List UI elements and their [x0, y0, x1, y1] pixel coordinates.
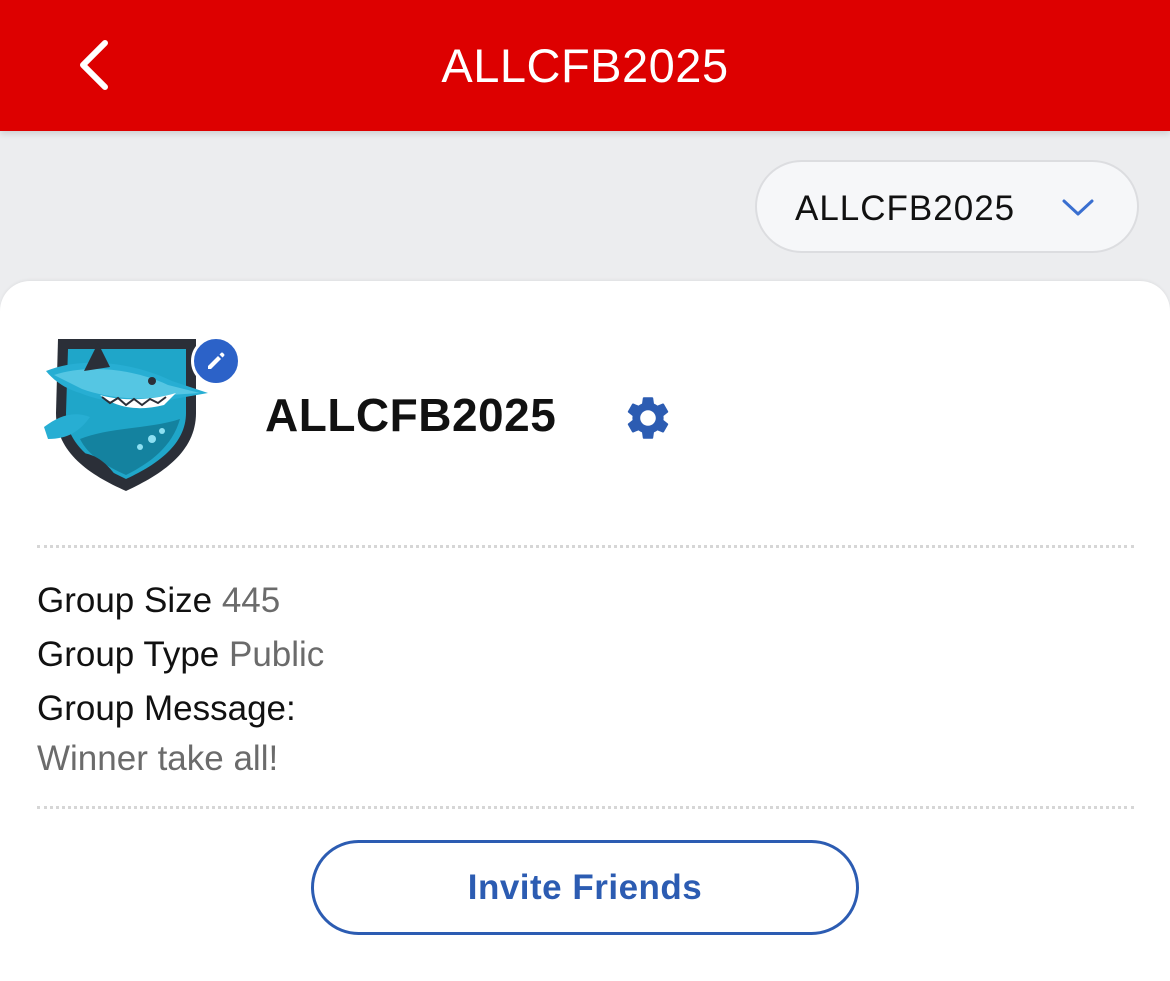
pencil-icon — [208, 352, 225, 369]
gear-icon[interactable] — [622, 392, 674, 444]
group-message-value: Winner take all! — [37, 739, 279, 778]
group-type-row: Group Type Public — [37, 635, 324, 675]
top-app-bar: ALLCFB2025 — [0, 0, 1170, 131]
divider — [37, 806, 1134, 809]
invite-friends-button[interactable]: Invite Friends — [311, 840, 859, 935]
group-selector-dropdown[interactable]: ALLCFB2025 — [755, 160, 1139, 253]
group-size-row: Group Size 445 — [37, 581, 280, 621]
group-type-value: Public — [228, 635, 325, 674]
group-size-value: 445 — [221, 581, 281, 620]
edit-logo-button[interactable] — [191, 336, 241, 386]
group-name: ALLCFB2025 — [265, 389, 557, 441]
group-size-label: Group Size — [37, 581, 213, 620]
group-type-label: Group Type — [37, 635, 220, 674]
page-title: ALLCFB2025 — [441, 39, 729, 92]
group-message-label: Group Message: — [37, 689, 296, 728]
divider — [37, 545, 1134, 548]
group-selector-value: ALLCFB2025 — [795, 189, 1016, 228]
chevron-down-icon — [1062, 199, 1094, 216]
